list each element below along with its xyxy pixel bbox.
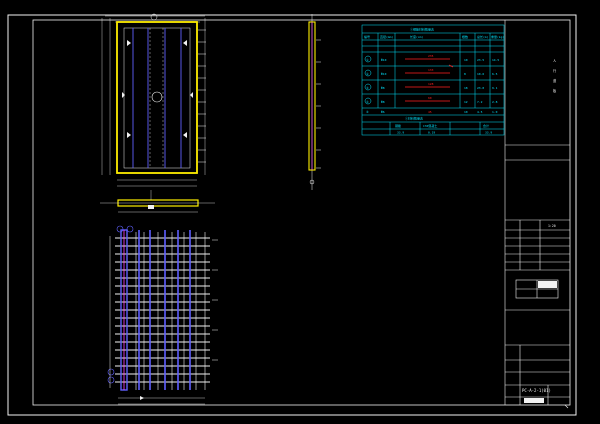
table-row: ② Φ10 133 8 10.6 6.5	[366, 68, 498, 76]
svg-text:10: 10	[464, 58, 468, 62]
svg-text:235: 235	[428, 54, 434, 58]
title-block	[504, 20, 570, 405]
summary-header: 钢筋 C30混凝土 合计	[395, 123, 489, 128]
rebar-table-title: ⓒ钢筋材料数量表	[410, 27, 434, 32]
svg-text:45: 45	[428, 110, 432, 114]
sheet-outer-frame	[7, 14, 577, 416]
svg-text:合计: 合计	[483, 123, 489, 128]
svg-text:23.0: 23.0	[477, 86, 484, 90]
summary-row: 33.9 0.19 33.9	[397, 131, 492, 135]
svg-text:4.5: 4.5	[477, 110, 483, 114]
table-row: ④ Φ8 60 12 7.2 2.8	[366, 96, 498, 104]
svg-text:Φ10: Φ10	[381, 72, 387, 76]
svg-text:Φ8: Φ8	[381, 100, 385, 104]
summary-table-title: ⓒ材料数量表	[405, 116, 423, 121]
title-block-fill-box	[538, 281, 557, 288]
sheet-inner-frame	[32, 19, 571, 406]
svg-text:6.5: 6.5	[492, 72, 498, 76]
svg-text:33.9: 33.9	[485, 131, 492, 135]
svg-text:C30混凝土: C30混凝土	[423, 123, 437, 128]
svg-text:23.5: 23.5	[477, 58, 484, 62]
svg-text:总长(m): 总长(m)	[477, 34, 489, 39]
rebar-grid-view	[107, 225, 218, 405]
svg-text:8: 8	[464, 72, 466, 76]
svg-text:12: 12	[464, 100, 468, 104]
scale-label: 1:20	[548, 224, 556, 228]
svg-text:10: 10	[464, 110, 468, 114]
svg-text:133: 133	[428, 68, 434, 72]
svg-text:18: 18	[464, 86, 468, 90]
axis-tick	[564, 404, 569, 409]
drawing-title: PC-A-2-1(01)	[522, 388, 551, 393]
svg-text:人: 人	[553, 59, 557, 63]
cad-drawing-canvas[interactable]: 人 行 道 板 1:20 PC-A-2-1(01) ⓒ钢筋材料数量表 编号 直径…	[0, 0, 600, 424]
svg-text:道: 道	[553, 78, 557, 83]
svg-text:板: 板	[553, 88, 557, 93]
svg-text:14.5: 14.5	[492, 58, 499, 62]
svg-text:直径(mm): 直径(mm)	[380, 34, 393, 39]
svg-text:9.1: 9.1	[492, 86, 498, 90]
rebar-table-header: 编号 直径(mm) 长度(cm) 根数 总长(m) 重量(kg)	[364, 34, 504, 39]
svg-text:行: 行	[553, 68, 557, 73]
svg-text:Φ10: Φ10	[381, 58, 387, 62]
svg-text:长度(cm): 长度(cm)	[410, 34, 423, 39]
table-row: ③ Φ8 128 18 23.0 9.1	[366, 82, 498, 90]
svg-text:1.0: 1.0	[492, 110, 498, 114]
svg-text:7.2: 7.2	[477, 100, 483, 104]
svg-text:2.8: 2.8	[492, 100, 498, 104]
rebar-table	[361, 24, 505, 136]
elevation-view	[100, 190, 215, 213]
svg-text:Φ8: Φ8	[381, 86, 385, 90]
svg-text:根数: 根数	[462, 34, 468, 39]
table-row: ① Φ10 235 10 23.5 14.5	[366, 54, 499, 62]
side-section	[308, 14, 321, 190]
svg-text:重量(kg): 重量(kg)	[491, 34, 504, 39]
title-vertical-text: 人 行 道 板	[553, 59, 557, 93]
svg-text:⑤: ⑤	[366, 110, 369, 114]
plan-view	[101, 13, 206, 187]
table-row: ⑤ Φ6 45 10 4.5 1.0	[366, 110, 498, 114]
svg-text:钢筋: 钢筋	[395, 123, 401, 128]
svg-text:编号: 编号	[364, 34, 370, 39]
svg-text:128: 128	[428, 82, 434, 86]
svg-text:Φ6: Φ6	[381, 110, 385, 114]
svg-text:33.9: 33.9	[397, 131, 404, 135]
svg-text:10.6: 10.6	[477, 72, 484, 76]
svg-text:60: 60	[428, 96, 432, 100]
rebar-table-rows: ① Φ10 235 10 23.5 14.5 ② Φ10 133 8 10.6 …	[366, 54, 499, 114]
svg-text:0.19: 0.19	[428, 131, 435, 135]
title-cell-mark	[524, 398, 544, 403]
